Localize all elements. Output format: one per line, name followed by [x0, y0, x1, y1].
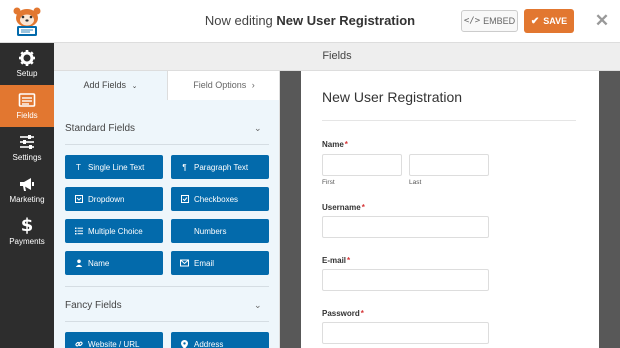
envelope-icon: [180, 259, 189, 268]
field-button-label: Checkboxes: [194, 194, 239, 204]
sidebar-item-setup[interactable]: Setup: [0, 43, 54, 85]
divider: [65, 144, 269, 145]
megaphone-icon: [18, 175, 36, 193]
dollar-icon: $: [20, 215, 34, 236]
field-button-paragraph-text[interactable]: ¶ Paragraph Text: [171, 155, 269, 179]
field-label-name: Name*: [322, 140, 348, 149]
builder-sidebar: Setup Fields Settings Marketing $ Paymen…: [0, 43, 54, 348]
fancy-fields-heading[interactable]: Fancy Fields: [65, 300, 122, 311]
panel-tabs: Add Fields ⌄ Field Options ›: [54, 71, 279, 100]
field-button-label: Single Line Text: [88, 162, 145, 172]
field-button-label: Dropdown: [88, 194, 125, 204]
text-icon: T: [76, 162, 81, 172]
editing-prefix: Now editing: [204, 13, 273, 28]
sidebar-item-label: Marketing: [9, 195, 45, 204]
tab-field-options[interactable]: Field Options ›: [167, 71, 279, 100]
editing-form-name: New User Registration: [276, 13, 416, 28]
field-button-address[interactable]: Address: [171, 332, 269, 348]
divider: [65, 286, 269, 287]
chevron-down-icon: ⌄: [131, 83, 138, 90]
chevron-down-icon[interactable]: ⌄: [254, 300, 266, 310]
field-button-dropdown[interactable]: Dropdown: [65, 187, 163, 211]
map-marker-icon: [180, 339, 189, 348]
code-icon: </>: [463, 16, 481, 26]
username-input[interactable]: [322, 216, 489, 238]
field-button-label: Multiple Choice: [88, 226, 143, 236]
user-icon: [74, 259, 83, 268]
chevron-down-icon[interactable]: ⌄: [254, 123, 266, 133]
sidebar-item-label: Settings: [12, 153, 42, 162]
sidebar-item-label: Fields: [16, 111, 38, 120]
required-marker: *: [347, 256, 351, 265]
paragraph-icon: ¶: [182, 162, 187, 172]
field-button-label: Numbers: [194, 226, 227, 236]
divider: [322, 120, 576, 121]
section-header: Fields: [54, 43, 620, 71]
save-button-label: SAVE: [543, 16, 568, 26]
tab-add-fields[interactable]: Add Fields ⌄: [54, 71, 167, 100]
close-icon[interactable]: ✕: [592, 12, 612, 32]
field-button-label: Name: [88, 258, 110, 268]
field-button-label: Address: [194, 339, 224, 348]
embed-button-label: EMBED: [483, 16, 516, 26]
field-button-multiple-choice[interactable]: Multiple Choice: [65, 219, 163, 243]
sidebar-item-fields[interactable]: Fields: [0, 85, 54, 127]
email-input[interactable]: [322, 269, 489, 291]
top-bar: Now editing New User Registration </> EM…: [0, 0, 620, 43]
numbers-icon: [180, 227, 189, 236]
last-name-input[interactable]: [409, 154, 489, 176]
first-sublabel: First: [322, 179, 335, 186]
label-text: Name: [322, 140, 344, 149]
field-button-single-line-text[interactable]: T Single Line Text: [65, 155, 163, 179]
checkmark-icon: ✔: [530, 15, 540, 27]
field-label-username: Username*: [322, 203, 365, 212]
form-title[interactable]: New User Registration: [322, 89, 462, 105]
password-input[interactable]: [322, 322, 489, 344]
sliders-icon: [18, 133, 36, 151]
field-label-email: E-mail*: [322, 256, 350, 265]
field-button-checkboxes[interactable]: Checkboxes: [171, 187, 269, 211]
field-button-email[interactable]: Email: [171, 251, 269, 275]
field-label-password: Password*: [322, 309, 364, 318]
required-marker: *: [344, 140, 348, 149]
sidebar-item-payments[interactable]: $ Payments: [0, 211, 54, 253]
sidebar-item-marketing[interactable]: Marketing: [0, 169, 54, 211]
sidebar-item-label: Payments: [9, 237, 45, 246]
fields-icon: [18, 91, 36, 109]
tab-label: Field Options: [193, 80, 247, 90]
field-button-name[interactable]: Name: [65, 251, 163, 275]
link-icon: [74, 340, 83, 348]
label-text: Username: [322, 203, 361, 212]
list-icon: [74, 227, 83, 236]
standard-fields-heading[interactable]: Standard Fields: [65, 123, 135, 134]
required-marker: *: [361, 203, 365, 212]
field-button-website-url[interactable]: Website / URL: [65, 332, 163, 348]
dropdown-icon: [74, 195, 83, 204]
label-text: Password: [322, 309, 360, 318]
field-button-label: Website / URL: [88, 339, 140, 348]
field-button-numbers[interactable]: Numbers: [171, 219, 269, 243]
chevron-right-icon: ›: [251, 80, 255, 90]
tab-label: Add Fields: [83, 80, 127, 90]
gear-icon: [18, 49, 36, 67]
form-preview: New User Registration Name* First Last U…: [301, 71, 599, 348]
embed-button[interactable]: </> EMBED: [461, 10, 518, 32]
required-marker: *: [360, 309, 364, 318]
last-sublabel: Last: [409, 179, 422, 186]
divider: [65, 321, 269, 322]
label-text: E-mail: [322, 256, 347, 265]
sidebar-item-settings[interactable]: Settings: [0, 127, 54, 169]
field-button-label: Paragraph Text: [194, 162, 249, 172]
save-button[interactable]: ✔ SAVE: [524, 9, 574, 33]
first-name-input[interactable]: [322, 154, 402, 176]
checkbox-icon: [180, 195, 189, 204]
field-button-label: Email: [194, 258, 215, 268]
fields-panel: Add Fields ⌄ Field Options › Standard Fi…: [54, 71, 280, 348]
sidebar-item-label: Setup: [16, 69, 38, 78]
